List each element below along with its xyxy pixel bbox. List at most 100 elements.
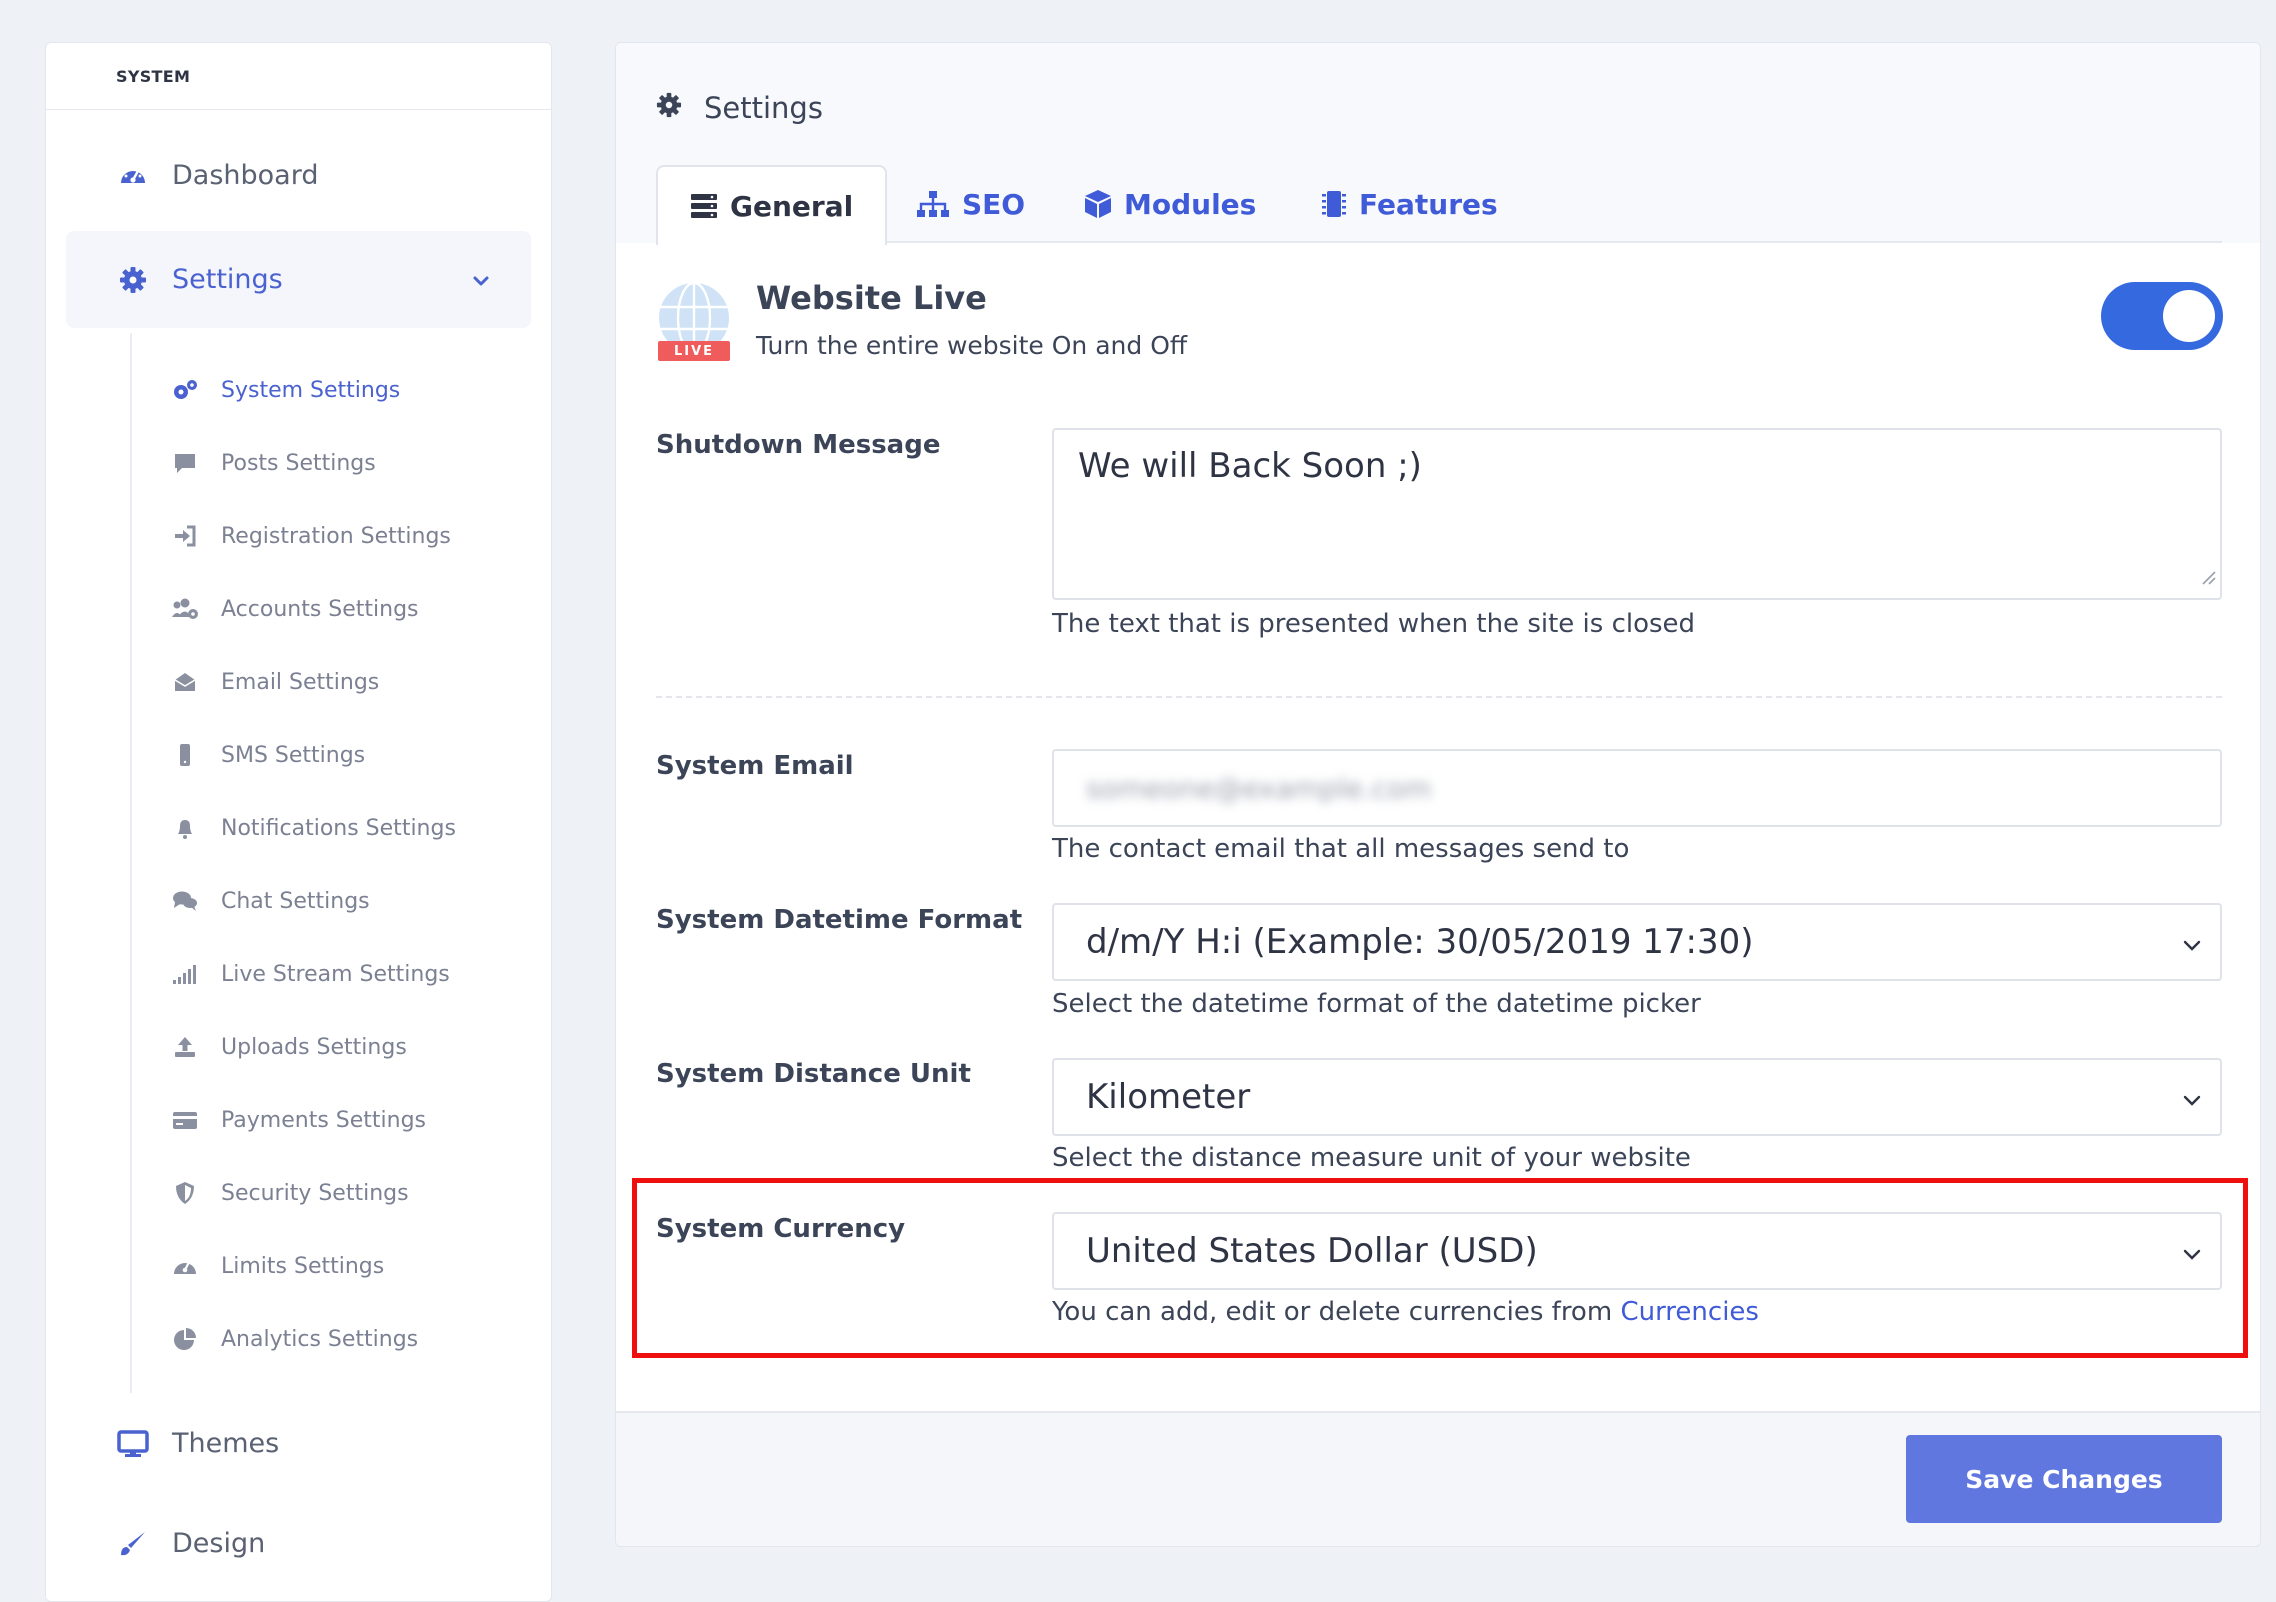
users-cog-icon [171, 595, 199, 623]
monitor-icon [116, 1427, 150, 1461]
system-email-help: The contact email that all messages send… [1052, 834, 1630, 864]
sitemap-icon [916, 190, 950, 218]
datetime-format-value: d/m/Y H:i (Example: 30/05/2019 17:30) [1086, 922, 1754, 962]
tab-seo-label: SEO [962, 187, 1026, 221]
datetime-format-label: System Datetime Format [656, 905, 1023, 935]
sidebar-item-label: Uploads Settings [221, 1034, 407, 1060]
sidebar-item-security-settings[interactable]: Security Settings [171, 1168, 409, 1218]
sidebar-item-label: SMS Settings [221, 742, 366, 768]
server-icon [690, 193, 718, 219]
cube-icon [1084, 189, 1112, 219]
pie-chart-icon [171, 1325, 199, 1353]
distance-unit-label: System Distance Unit [656, 1059, 971, 1089]
page-title: Settings [656, 83, 823, 133]
website-live-title: Website Live [756, 279, 987, 317]
sidebar-item-limits-settings[interactable]: Limits Settings [171, 1241, 384, 1291]
mobile-icon [171, 741, 199, 769]
sidebar-item-label: Analytics Settings [221, 1326, 419, 1352]
comments-icon [171, 887, 199, 915]
upload-icon [171, 1033, 199, 1061]
datetime-format-help: Select the datetime format of the dateti… [1052, 989, 1701, 1019]
tab-modules[interactable]: Modules [1084, 165, 1256, 243]
shutdown-message-value: We will Back Soon ;) [1078, 446, 1422, 486]
chevron-down-icon [471, 267, 491, 298]
sidebar-item-label: Email Settings [221, 669, 380, 695]
tab-seo[interactable]: SEO [916, 165, 1025, 243]
nav-dashboard-label: Dashboard [172, 160, 319, 191]
chevron-down-icon [2182, 1077, 2202, 1117]
microchip-icon [1321, 189, 1347, 219]
nav-themes[interactable]: Themes [66, 1395, 531, 1492]
sign-in-icon [171, 522, 199, 550]
website-live-description: Turn the entire website On and Off [756, 331, 1188, 360]
credit-card-icon [171, 1106, 199, 1134]
gauge-icon [171, 1252, 199, 1280]
sidebar-item-system-settings[interactable]: System Settings [171, 365, 400, 415]
sidebar-item-label: Security Settings [221, 1180, 409, 1206]
save-changes-button[interactable]: Save Changes [1906, 1435, 2222, 1523]
sidebar-item-notifications-settings[interactable]: Notifications Settings [171, 803, 456, 853]
sidebar-item-live-stream-settings[interactable]: Live Stream Settings [171, 949, 450, 999]
sidebar-item-label: Live Stream Settings [221, 961, 450, 987]
bell-icon [171, 814, 199, 842]
sidebar-item-email-settings[interactable]: Email Settings [171, 657, 379, 707]
distance-unit-value: Kilometer [1086, 1077, 1251, 1117]
sidebar-item-label: System Settings [221, 377, 401, 403]
sidebar: SYSTEM Dashboard Settings System Setting… [45, 42, 552, 1602]
live-globe-icon: LIVE [656, 281, 732, 363]
distance-unit-select[interactable]: Kilometer [1052, 1058, 2222, 1136]
system-email-input[interactable]: someone@example.com [1052, 749, 2222, 827]
paint-brush-icon [116, 1527, 150, 1561]
website-live-toggle[interactable] [2101, 282, 2223, 350]
tab-modules-label: Modules [1124, 187, 1257, 221]
shutdown-message-help: The text that is presented when the site… [1052, 609, 1696, 639]
resize-handle-icon[interactable] [2200, 554, 2216, 594]
toggle-knob [2163, 290, 2215, 342]
shutdown-message-textarea[interactable]: We will Back Soon ;) [1052, 428, 2222, 600]
dashboard-icon [116, 159, 150, 193]
sidebar-item-label: Posts Settings [221, 450, 376, 476]
sidebar-item-posts-settings[interactable]: Posts Settings [171, 438, 376, 488]
envelope-open-icon [171, 668, 199, 696]
cogs-icon [171, 376, 199, 404]
distance-unit-help: Select the distance measure unit of your… [1052, 1143, 1691, 1173]
tab-features-label: Features [1359, 187, 1498, 221]
sidebar-item-label: Chat Settings [221, 888, 370, 914]
page-title-text: Settings [704, 91, 823, 125]
live-badge: LIVE [673, 343, 715, 359]
nav-design-label: Design [172, 1528, 266, 1559]
shutdown-message-label: Shutdown Message [656, 430, 941, 460]
sidebar-item-uploads-settings[interactable]: Uploads Settings [171, 1022, 407, 1072]
sidebar-item-label: Notifications Settings [221, 815, 456, 841]
tab-general[interactable]: General [656, 165, 888, 245]
sidebar-item-sms-settings[interactable]: SMS Settings [171, 730, 365, 780]
gear-icon [116, 263, 150, 297]
section-divider [656, 696, 2222, 698]
shield-icon [171, 1179, 199, 1207]
sidebar-item-analytics-settings[interactable]: Analytics Settings [171, 1314, 418, 1364]
tab-features[interactable]: Features [1321, 165, 1498, 243]
gear-icon [656, 91, 682, 125]
sidebar-item-label: Accounts Settings [221, 596, 419, 622]
sidebar-item-chat-settings[interactable]: Chat Settings [171, 876, 370, 926]
nav-settings[interactable]: Settings [66, 231, 531, 328]
highlight-box [632, 1178, 2248, 1358]
nav-design[interactable]: Design [66, 1495, 531, 1592]
system-email-label: System Email [656, 751, 854, 781]
system-email-value: someone@example.com [1086, 771, 1432, 805]
chevron-down-icon [2182, 922, 2202, 962]
comment-icon [171, 449, 199, 477]
sidebar-item-label: Payments Settings [221, 1107, 427, 1133]
sidebar-item-registration-settings[interactable]: Registration Settings [171, 511, 451, 561]
signal-icon [171, 960, 199, 988]
sidebar-item-label: Registration Settings [221, 523, 451, 549]
nav-dashboard[interactable]: Dashboard [66, 127, 531, 224]
sidebar-item-label: Limits Settings [221, 1253, 385, 1279]
nav-settings-label: Settings [172, 264, 283, 295]
datetime-format-select[interactable]: d/m/Y H:i (Example: 30/05/2019 17:30) [1052, 903, 2222, 981]
submenu-line [130, 333, 132, 1393]
sidebar-item-accounts-settings[interactable]: Accounts Settings [171, 584, 419, 634]
sidebar-header: SYSTEM [46, 43, 551, 110]
sidebar-item-payments-settings[interactable]: Payments Settings [171, 1095, 426, 1145]
tab-general-label: General [730, 189, 854, 223]
